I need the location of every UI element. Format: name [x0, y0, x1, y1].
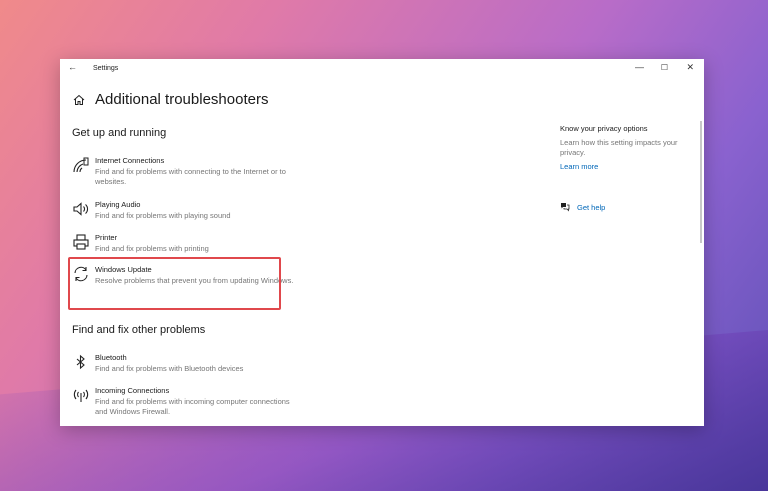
item-name: Playing Audio: [95, 200, 141, 209]
item-name: Bluetooth: [95, 353, 127, 362]
get-help-link[interactable]: Get help: [560, 202, 605, 212]
troubleshooter-internet-connections[interactable]: Internet Connections Find and fix proble…: [72, 156, 302, 188]
item-description: Find and fix problems with incoming comp…: [95, 396, 290, 417]
item-description: Find and fix problems with printing: [95, 243, 209, 253]
learn-more-link[interactable]: Learn more: [560, 162, 700, 173]
printer-icon: [73, 234, 89, 250]
minimize-button[interactable]: —: [635, 62, 644, 72]
chat-bubble-icon: [561, 203, 570, 212]
window-title: Settings: [93, 65, 119, 72]
privacy-description: Learn how this setting impacts your priv…: [560, 137, 678, 158]
get-help-label: Get help: [577, 202, 606, 212]
troubleshooter-incoming-connections[interactable]: Incoming Connections Find and fix proble…: [72, 386, 302, 418]
internet-connections-icon: [73, 157, 89, 173]
item-name: Printer: [95, 233, 118, 242]
page-header: Additional troubleshooters: [73, 91, 268, 108]
section-title-get-up-and-running: Get up and running: [72, 127, 167, 139]
scrollbar[interactable]: [700, 121, 702, 243]
privacy-title: Know your privacy options: [560, 124, 648, 133]
troubleshooter-playing-audio[interactable]: Playing Audio Find and fix problems with…: [72, 200, 302, 221]
home-icon[interactable]: [73, 94, 85, 106]
item-name: Internet Connections: [95, 156, 165, 165]
highlight-box: [68, 257, 281, 310]
title-bar: ← Settings — ☐ ✕: [60, 59, 704, 79]
item-description: Find and fix problems with connecting to…: [95, 166, 286, 187]
speaker-icon: [73, 202, 88, 216]
item-description: Find and fix problems with playing sound: [95, 210, 231, 220]
close-button[interactable]: ✕: [686, 62, 694, 73]
privacy-panel: Know your privacy options Learn how this…: [560, 124, 700, 172]
back-button[interactable]: ←: [68, 62, 77, 72]
item-name: Incoming Connections: [95, 386, 170, 395]
settings-window: ← Settings — ☐ ✕ Additional troubleshoot…: [60, 59, 704, 426]
incoming-connections-icon: [73, 389, 89, 402]
maximize-button[interactable]: ☐: [661, 63, 668, 72]
page-title: Additional troubleshooters: [95, 91, 269, 108]
section-title-find-and-fix-other-problems: Find and fix other problems: [72, 324, 206, 336]
troubleshooter-printer[interactable]: Printer Find and fix problems with print…: [72, 233, 302, 254]
bluetooth-icon: [76, 354, 85, 370]
item-description: Find and fix problems with Bluetooth dev…: [95, 363, 244, 373]
troubleshooter-bluetooth[interactable]: Bluetooth Find and fix problems with Blu…: [72, 353, 302, 374]
